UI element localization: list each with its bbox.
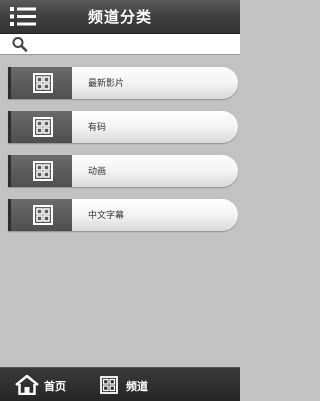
bottom-tab-bar: 首页 频道 [0, 367, 240, 401]
grid-icon [33, 161, 53, 181]
tab-home[interactable]: 首页 [14, 368, 84, 401]
channel-item-animation[interactable]: 动画 [8, 155, 238, 187]
tab-channel[interactable]: 频道 [100, 368, 170, 401]
channel-item-censored[interactable]: 有码 [8, 111, 238, 143]
page-title: 频道分类 [87, 8, 152, 26]
channel-item-label: 有码 [88, 123, 107, 133]
top-bar: 频道分类 [0, 0, 240, 34]
search-icon[interactable] [11, 36, 31, 52]
search-bar [0, 34, 240, 55]
channel-item-label: 最新影片 [88, 79, 125, 89]
search-input[interactable] [36, 35, 232, 53]
tab-home-label: 首页 [44, 380, 66, 393]
channel-item-label: 中文字幕 [88, 211, 125, 221]
grid-icon [100, 376, 118, 394]
channel-icon-box [8, 111, 72, 143]
channel-list: 最新影片 有码 动画 中文字幕 [0, 55, 240, 367]
channel-icon-box [8, 199, 72, 231]
channel-item-chinese-subtitles[interactable]: 中文字幕 [8, 199, 238, 231]
channel-item-latest[interactable]: 最新影片 [8, 67, 238, 99]
channel-icon-box [8, 155, 72, 187]
channel-item-label: 动画 [88, 167, 107, 177]
grid-icon [33, 205, 53, 225]
grid-icon [33, 117, 53, 137]
home-icon [15, 375, 39, 395]
grid-icon [33, 73, 53, 93]
tab-channel-label: 频道 [126, 380, 148, 393]
channel-icon-box [8, 67, 72, 99]
